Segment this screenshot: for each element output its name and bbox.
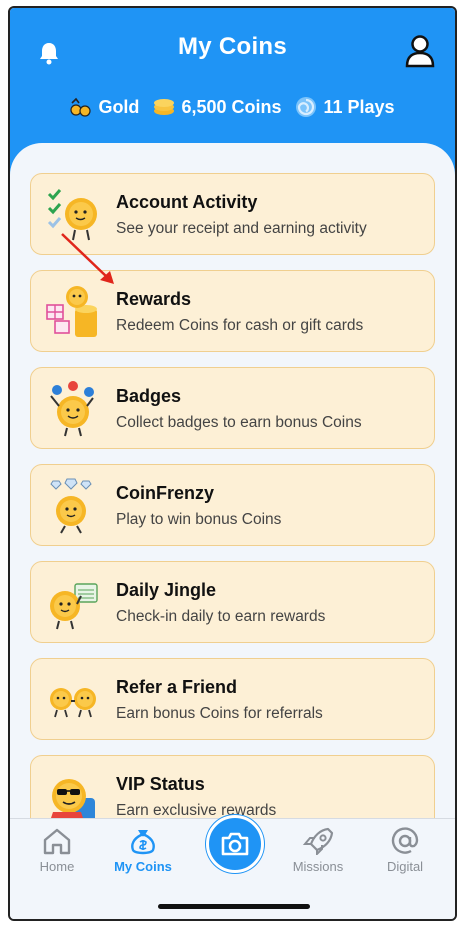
menu-item-title: CoinFrenzy [116, 483, 215, 503]
menu-item-subtitle: Earn bonus Coins for referrals [116, 705, 323, 722]
menu-item-refer-a-friend[interactable]: Refer a Friend Earn bonus Coins for refe… [30, 658, 435, 740]
coin-badges-icon [50, 381, 94, 437]
tab-label: My Coins [114, 859, 172, 874]
tab-home[interactable]: Home [22, 827, 92, 874]
tier-label: Gold [98, 96, 140, 117]
tab-my-coins[interactable]: My Coins [108, 827, 178, 874]
rocket-icon [302, 827, 334, 855]
annotation-arrow [61, 233, 114, 284]
menu-item-subtitle: Redeem Coins for cash or gift cards [116, 317, 364, 334]
menu-item-title: Refer a Friend [116, 677, 238, 697]
page-title: My Coins [177, 33, 288, 60]
profile-icon[interactable] [405, 34, 435, 68]
menu-item-subtitle: Check-in daily to earn rewards [116, 608, 326, 625]
tab-digital[interactable]: Digital [370, 827, 440, 874]
menu-item-daily-jingle[interactable]: Daily Jingle Check-in daily to earn rewa… [30, 561, 435, 643]
swirl-icon [296, 97, 317, 117]
app-frame: My Coins Gold 6,500 Coins 11 Plays Accou… [8, 6, 457, 921]
tab-label: Missions [292, 859, 344, 874]
menu-item-title: Rewards [116, 289, 192, 309]
coins-label: 6,500 Coins [181, 96, 282, 117]
at-sign-icon [391, 827, 419, 854]
menu-item-badges[interactable]: Badges Collect badges to earn bonus Coin… [30, 367, 435, 449]
camera-icon [221, 832, 249, 856]
home-indicator [158, 904, 310, 909]
gold-tier-icon [70, 97, 92, 117]
coin-friends-icon [50, 688, 96, 718]
plays-label: 11 Plays [323, 96, 395, 117]
menu-item-title: Daily Jingle [116, 580, 217, 600]
money-bag-icon [131, 830, 155, 855]
coins-stat: 6,500 Coins [153, 97, 281, 118]
tab-label: Home [39, 859, 75, 874]
stats-bar: Gold 6,500 Coins 11 Plays [10, 96, 455, 118]
tier-stat: Gold [70, 97, 139, 118]
menu-item-subtitle: Play to win bonus Coins [116, 511, 282, 528]
menu-item-title: Badges [116, 386, 182, 406]
camera-button[interactable] [206, 815, 264, 873]
bottom-tab-bar: Home My Coins Missions Digital [10, 815, 455, 919]
menu-item-coinfrenzy[interactable]: CoinFrenzy Play to win bonus Coins [30, 464, 435, 546]
coin-stack-icon [154, 99, 175, 115]
coin-gifts-icon [46, 286, 97, 337]
menu-item-subtitle: Collect badges to earn bonus Coins [116, 414, 362, 431]
plays-stat: 11 Plays [295, 96, 395, 118]
menu-item-title: Account Activity [116, 192, 258, 212]
menu-item-subtitle: See your receipt and earning activity [116, 220, 367, 237]
menu-item-title: VIP Status [116, 774, 205, 794]
coin-diamonds-icon [50, 478, 92, 534]
tab-missions[interactable]: Missions [283, 827, 353, 874]
coin-calendar-icon [50, 583, 98, 630]
tab-label: Digital [386, 859, 424, 874]
home-icon [43, 828, 71, 855]
